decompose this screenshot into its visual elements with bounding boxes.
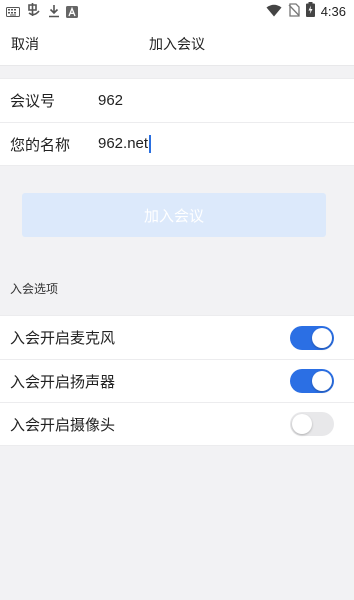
display-name-value: 962.net xyxy=(98,134,149,152)
join-options-list: 入会开启麦克风 入会开启扬声器 入会开启摄像头 xyxy=(0,315,354,446)
option-microphone-label: 入会开启麦克风 xyxy=(10,329,116,347)
display-name-row[interactable]: 您的名称 962.net xyxy=(0,122,354,165)
wifi-icon xyxy=(266,2,282,21)
input-method-icon xyxy=(26,2,42,22)
speaker-toggle[interactable] xyxy=(290,369,334,393)
app-notification-icon xyxy=(66,3,78,22)
options-section-title: 入会选项 xyxy=(10,282,59,296)
toggle-knob xyxy=(312,327,332,348)
display-name-input[interactable]: 962.net xyxy=(86,134,152,154)
microphone-toggle[interactable] xyxy=(290,325,334,350)
toggle-knob xyxy=(312,371,332,391)
join-form: 会议号 962 您的名称 962.net xyxy=(0,78,354,166)
keyboard-icon xyxy=(6,3,20,22)
option-camera-row: 入会开启摄像头 xyxy=(0,402,354,445)
battery-charging-icon xyxy=(305,2,315,21)
meeting-id-label: 会议号 xyxy=(10,92,56,110)
option-speaker-label: 入会开启扬声器 xyxy=(10,372,116,391)
toggle-knob xyxy=(292,414,312,434)
status-bar-left xyxy=(6,2,78,22)
no-sim-icon xyxy=(288,2,300,21)
option-camera-label: 入会开启摄像头 xyxy=(10,415,116,434)
status-bar: 4:36 xyxy=(0,0,354,22)
display-name-label: 您的名称 xyxy=(10,135,71,154)
camera-toggle[interactable] xyxy=(290,412,334,436)
text-cursor xyxy=(149,135,152,154)
option-microphone-row: 入会开启麦克风 xyxy=(0,316,354,359)
status-time: 4:36 xyxy=(320,4,346,19)
download-icon xyxy=(48,3,60,22)
status-bar-right: 4:36 xyxy=(266,2,346,21)
join-meeting-button[interactable]: 加入会议 xyxy=(22,193,326,237)
nav-bar: 取消 加入会议 xyxy=(0,22,354,66)
meeting-id-row[interactable]: 会议号 962 xyxy=(0,79,354,122)
meeting-id-input[interactable]: 962 xyxy=(86,92,123,109)
page-title: 加入会议 xyxy=(149,37,205,53)
option-speaker-row: 入会开启扬声器 xyxy=(0,359,354,402)
